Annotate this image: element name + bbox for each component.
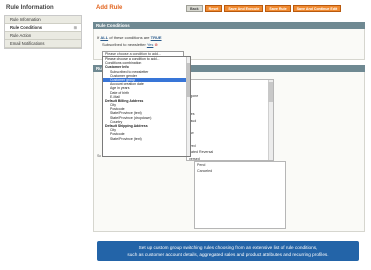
sidebar-tabs: Rule Information Rule Conditions ⊞ Rule … xyxy=(4,15,82,49)
condition-dropdown-list[interactable]: Please choose a condition to add... Cond… xyxy=(102,56,191,157)
reset-button[interactable]: Reset xyxy=(204,5,223,12)
caption-line-2: such as customer account details, aggreg… xyxy=(127,252,329,257)
back-button[interactable]: Back xyxy=(186,5,203,12)
list-scrollbar-thumb[interactable] xyxy=(268,82,273,102)
aggregator-true-link[interactable]: TRUE xyxy=(151,35,162,40)
remove-condition-icon[interactable]: ⊗ xyxy=(155,42,158,47)
tab-rule-conditions[interactable]: Rule Conditions ⊞ xyxy=(5,24,81,32)
rule-sidebar: Rule Information Rule Information Rule C… xyxy=(4,4,82,49)
tab-rule-information[interactable]: Rule Information xyxy=(5,16,81,24)
if-text: If xyxy=(97,35,100,40)
aggregator-all-link[interactable]: ALL xyxy=(100,35,108,40)
condition-value-link[interactable]: Yes xyxy=(147,42,154,47)
condition-row: Subscribed to newsletter Yes ⊗ xyxy=(102,42,158,47)
field-label-sc: Sc xyxy=(97,154,102,158)
page-title: Add Rule xyxy=(96,5,123,11)
dropdown-scrollbar-thumb[interactable] xyxy=(186,63,190,97)
rule-conditions-header: Rule Conditions xyxy=(93,22,365,29)
edit-flag-icon: ⊞ xyxy=(73,25,77,30)
list-scrollbar[interactable] xyxy=(268,80,273,160)
tab-email-notifications[interactable]: Email Notifications xyxy=(5,40,81,48)
save-and-continue-edit-button[interactable]: Save And Continue Edit xyxy=(292,5,342,12)
tab-rule-conditions-label: Rule Conditions xyxy=(10,25,43,30)
save-rule-button[interactable]: Save Rule xyxy=(265,5,291,12)
status-multiselect[interactable]: rgone ses raud ew ived eated Reversal ve… xyxy=(186,79,274,161)
aggregator-mid-text: of these conditions are xyxy=(109,35,150,40)
save-and-execute-button[interactable]: Save And Execute xyxy=(224,5,264,12)
conditions-aggregator-line: If ALL of these conditions are TRUE xyxy=(97,35,162,40)
sidebar-title: Rule Information xyxy=(6,5,54,11)
caption-line-1: Set up custom group switching rules choo… xyxy=(138,245,318,250)
feature-caption: Set up custom group switching rules choo… xyxy=(97,241,359,261)
dropdown-scrollbar[interactable] xyxy=(186,57,190,156)
dropdown-option[interactable]: State/Province (text) xyxy=(103,137,190,141)
condition-label: Subscribed to newsletter xyxy=(102,42,146,47)
list-item[interactable]: Canceled xyxy=(195,168,285,174)
header-buttons: Back Reset Save And Execute Save Rule Sa… xyxy=(186,5,342,12)
tab-rule-action[interactable]: Rule Action xyxy=(5,32,81,40)
second-multiselect[interactable]: Pend Canceled xyxy=(194,161,286,229)
